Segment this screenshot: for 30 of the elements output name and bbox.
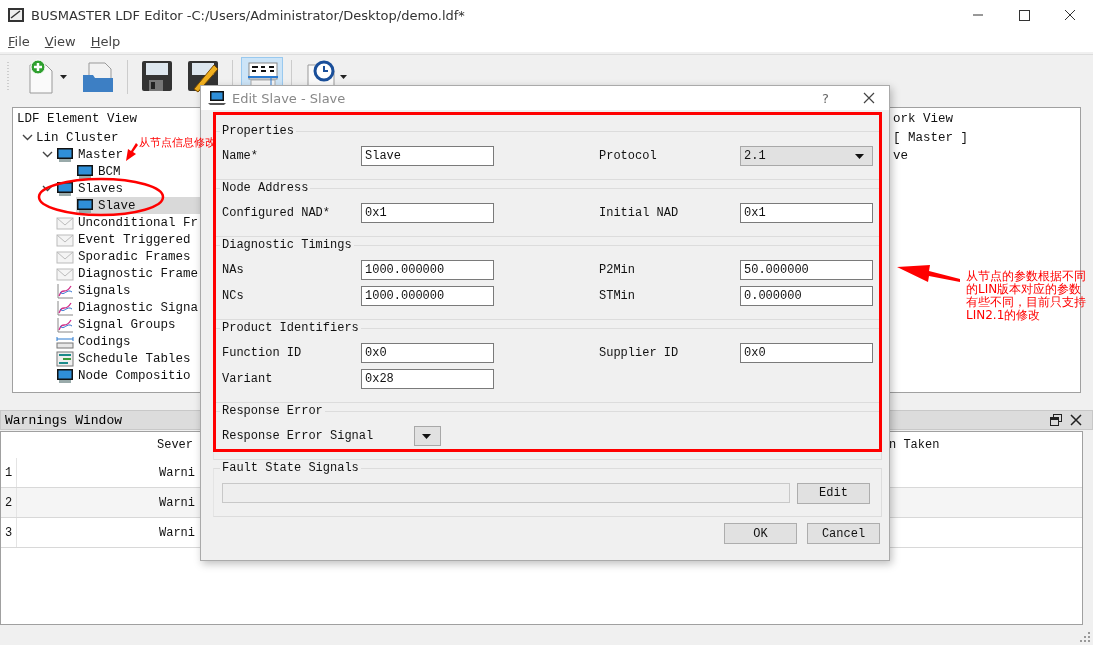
dialog-title: Edit Slave - Slave — [232, 90, 346, 106]
field-label: NCs — [222, 288, 245, 304]
field-label: Protocol — [599, 148, 658, 164]
field-label: Function ID — [222, 345, 303, 361]
field-label: Supplier ID — [599, 345, 680, 361]
table-cell-text: Warni — [158, 464, 196, 482]
section-title: Properties — [221, 123, 295, 139]
field-label: P2Min — [599, 262, 636, 278]
panel-title: LDF Element View — [16, 111, 139, 128]
panel-title: ork View — [893, 111, 954, 128]
dock-title: Warnings Window — [5, 412, 123, 428]
field-label: Configured NAD* — [222, 205, 332, 221]
field-label: Variant — [222, 371, 274, 387]
field-label: Response Error Signal — [222, 428, 374, 444]
table-cell-text: Warni — [158, 524, 196, 542]
row-number: 2 — [1, 488, 17, 517]
section-title: Product Identifiers — [221, 320, 360, 336]
field-label: Initial NAD — [599, 205, 680, 221]
annotation-text: 从节点的参数根据不同的LIN版本对应的参数有些不同，目前只支持LIN2.1的修改 — [966, 270, 1087, 322]
section-title: Fault State Signals — [221, 460, 360, 476]
window-title: BUSMASTER LDF Editor -C:/Users/Administrator/Desktop/demo.ldf* — [31, 7, 465, 23]
field-label: STMin — [599, 288, 636, 304]
field-label: Name* — [222, 148, 259, 164]
section-title: Node Address — [221, 180, 310, 196]
field-label: NAs — [222, 262, 245, 278]
table-cell-text: Warni — [158, 494, 196, 512]
row-number: 3 — [1, 518, 17, 547]
row-number: 1 — [1, 458, 17, 487]
section-title: Response Error — [221, 403, 324, 419]
section-title: Diagnostic Timings — [221, 237, 353, 253]
